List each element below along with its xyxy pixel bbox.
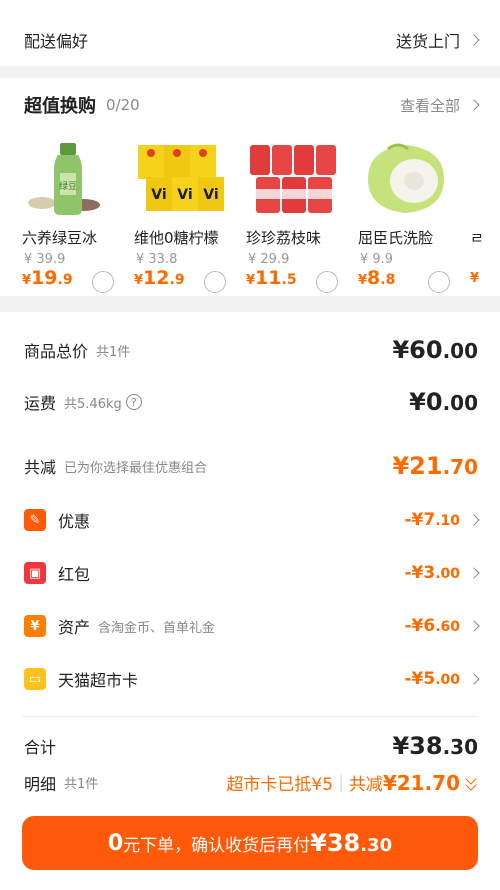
svg-text:绿豆: 绿豆 <box>59 180 77 192</box>
deals-section: 超值换购 0/20 查看全部 绿豆 六养绿豆冰 ¥ 39.9 ¥19.9 Vi … <box>0 78 500 296</box>
coupon-label: 优惠 <box>58 512 91 531</box>
delivery-preference-row[interactable]: 配送偏好 送货上门 <box>24 28 480 52</box>
chevron-right-icon <box>468 514 480 526</box>
deal-select-radio[interactable] <box>428 271 450 293</box>
assets-label: 资产 <box>58 618 91 637</box>
view-all-link[interactable]: 查看全部 <box>400 95 460 116</box>
assets-amount: -¥6.60 <box>404 616 460 636</box>
chevron-right-icon <box>468 620 480 632</box>
deals-count: 0/20 <box>106 96 140 114</box>
deal-old-price: ¥ 39.9 <box>24 252 66 267</box>
deal-price: ¥19.9 <box>22 267 73 289</box>
red-packet-row[interactable]: ▣ 红包 -¥3.00 <box>24 561 480 585</box>
tmall-card-label: 天猫超市卡 <box>58 671 139 690</box>
chevron-right-icon <box>468 99 480 111</box>
coupon-amount: -¥7.10 <box>404 510 460 530</box>
detail-saved-label: 共减 <box>348 775 383 795</box>
deal-name: 六养绿豆冰 <box>22 229 98 247</box>
coupon-tag-icon: ✎ <box>24 509 46 531</box>
total-row: 合计 ¥38.30 <box>24 732 478 760</box>
saved-amount: ¥21.70 <box>392 452 478 480</box>
submit-order-button[interactable]: 0 元下单，确认收货后再付 ¥38.30 <box>22 816 478 870</box>
deal-name: ㄹ <box>470 229 484 247</box>
deal-old-price: ¥ 33.8 <box>136 252 178 267</box>
tmall-card-amount: -¥5.00 <box>404 669 460 689</box>
deal-item[interactable]: ㄹ ¥ <box>470 133 500 293</box>
total-saved-row: 共减 已为你选择最佳优惠组合 ¥21.70 <box>24 452 478 480</box>
detail-row[interactable]: 明细 共1件 超市卡已抵¥5 | 共减 ¥21.70 <box>24 770 478 795</box>
help-icon[interactable]: ? <box>125 394 142 410</box>
deal-name: 屈臣氏洗脸 <box>358 229 434 247</box>
shipping-row: 运费 共5.46kg ? ¥0.00 <box>24 388 478 416</box>
svg-text:Vi: Vi <box>177 187 192 203</box>
svg-text:Vi: Vi <box>151 187 166 203</box>
shipping-amount: ¥0.00 <box>409 388 478 416</box>
deal-price: ¥11.5 <box>246 267 297 289</box>
shipping-label: 运费 <box>24 394 57 413</box>
deal-select-radio[interactable] <box>316 271 338 293</box>
divider <box>22 716 478 717</box>
deal-item[interactable]: 屈臣氏洗脸 ¥ 9.9 ¥8.8 <box>358 133 466 293</box>
subtotal-label: 商品总价 <box>24 342 89 361</box>
coupon-row[interactable]: ✎ 优惠 -¥7.10 <box>24 508 480 532</box>
yen-coin-icon: ¥ <box>24 615 46 637</box>
chevron-right-icon <box>468 673 480 685</box>
deal-select-radio[interactable] <box>92 271 114 293</box>
deal-select-radio[interactable] <box>204 271 226 293</box>
deal-old-price: ¥ 29.9 <box>248 252 290 267</box>
assets-note: 含淘金币、首单礼金 <box>98 620 216 636</box>
delivery-label: 配送偏好 <box>24 32 89 51</box>
deals-list: 绿豆 六养绿豆冰 ¥ 39.9 ¥19.9 Vi Vi Vi 维他0糖柠檬 ¥ … <box>22 133 500 293</box>
saved-label: 共减 <box>24 458 57 477</box>
deal-price: ¥ <box>470 271 480 286</box>
price-summary-section: 商品总价 共1件 ¥60.00 运费 共5.46kg ? ¥0.00 共减 已为… <box>0 312 500 890</box>
detail-count: 共1件 <box>64 777 99 792</box>
deal-item[interactable]: 珍珍荔枝味 ¥ 29.9 ¥11.5 <box>246 133 354 293</box>
detail-label: 明细 <box>24 774 57 794</box>
total-amount: ¥38.30 <box>392 732 478 760</box>
deals-header: 超值换购 0/20 查看全部 <box>24 92 480 118</box>
assets-row[interactable]: ¥ 资产 含淘金币、首单礼金 -¥6.60 <box>24 614 480 638</box>
red-packet-amount: -¥3.00 <box>404 563 460 583</box>
chevron-right-icon <box>468 567 480 579</box>
lemon-tea-packs-image: Vi Vi Vi <box>138 145 224 211</box>
face-towel-roll-image <box>368 143 444 213</box>
chevron-right-icon <box>468 34 480 46</box>
deal-name: 维他0糖柠檬 <box>134 229 219 247</box>
deal-item[interactable]: Vi Vi Vi 维他0糖柠檬 ¥ 33.8 ¥12.9 <box>134 133 242 293</box>
detail-saved-amount: ¥21.70 <box>382 770 460 795</box>
subtotal-amount: ¥60.00 <box>392 336 478 364</box>
delivery-value: 送货上门 <box>395 32 460 51</box>
total-label: 合计 <box>24 738 57 757</box>
tmall-card-row[interactable]: ▭ 天猫超市卡 -¥5.00 <box>24 667 480 691</box>
double-chevron-down-icon[interactable] <box>464 772 478 791</box>
deal-old-price: ¥ 9.9 <box>360 252 394 267</box>
red-packet-label: 红包 <box>58 565 91 584</box>
deals-title: 超值换购 <box>24 96 96 117</box>
lychee-soda-cans-image <box>250 145 336 213</box>
deal-name: 珍珍荔枝味 <box>246 229 322 247</box>
card-deduction-text: 超市卡已抵¥5 <box>226 775 334 795</box>
shipping-weight: 共5.46kg <box>64 396 122 412</box>
deal-price: ¥8.8 <box>358 267 396 289</box>
detail-summary: 超市卡已抵¥5 | 共减 ¥21.70 <box>226 770 478 795</box>
tmall-card-icon: ▭ <box>24 668 46 690</box>
green-bean-drink-image: 绿豆 <box>28 143 100 215</box>
submit-price: ¥38.30 <box>310 829 393 857</box>
svg-text:Vi: Vi <box>203 187 218 203</box>
saved-note: 已为你选择最佳优惠组合 <box>64 460 208 476</box>
subtotal-count: 共1件 <box>96 344 131 360</box>
red-packet-icon: ▣ <box>24 562 46 584</box>
deal-price: ¥12.9 <box>134 267 185 289</box>
subtotal-row: 商品总价 共1件 ¥60.00 <box>24 336 478 364</box>
deal-item[interactable]: 绿豆 六养绿豆冰 ¥ 39.9 ¥19.9 <box>22 133 130 293</box>
separator: | <box>338 772 344 793</box>
delivery-section: 配送偏好 送货上门 <box>0 0 500 66</box>
